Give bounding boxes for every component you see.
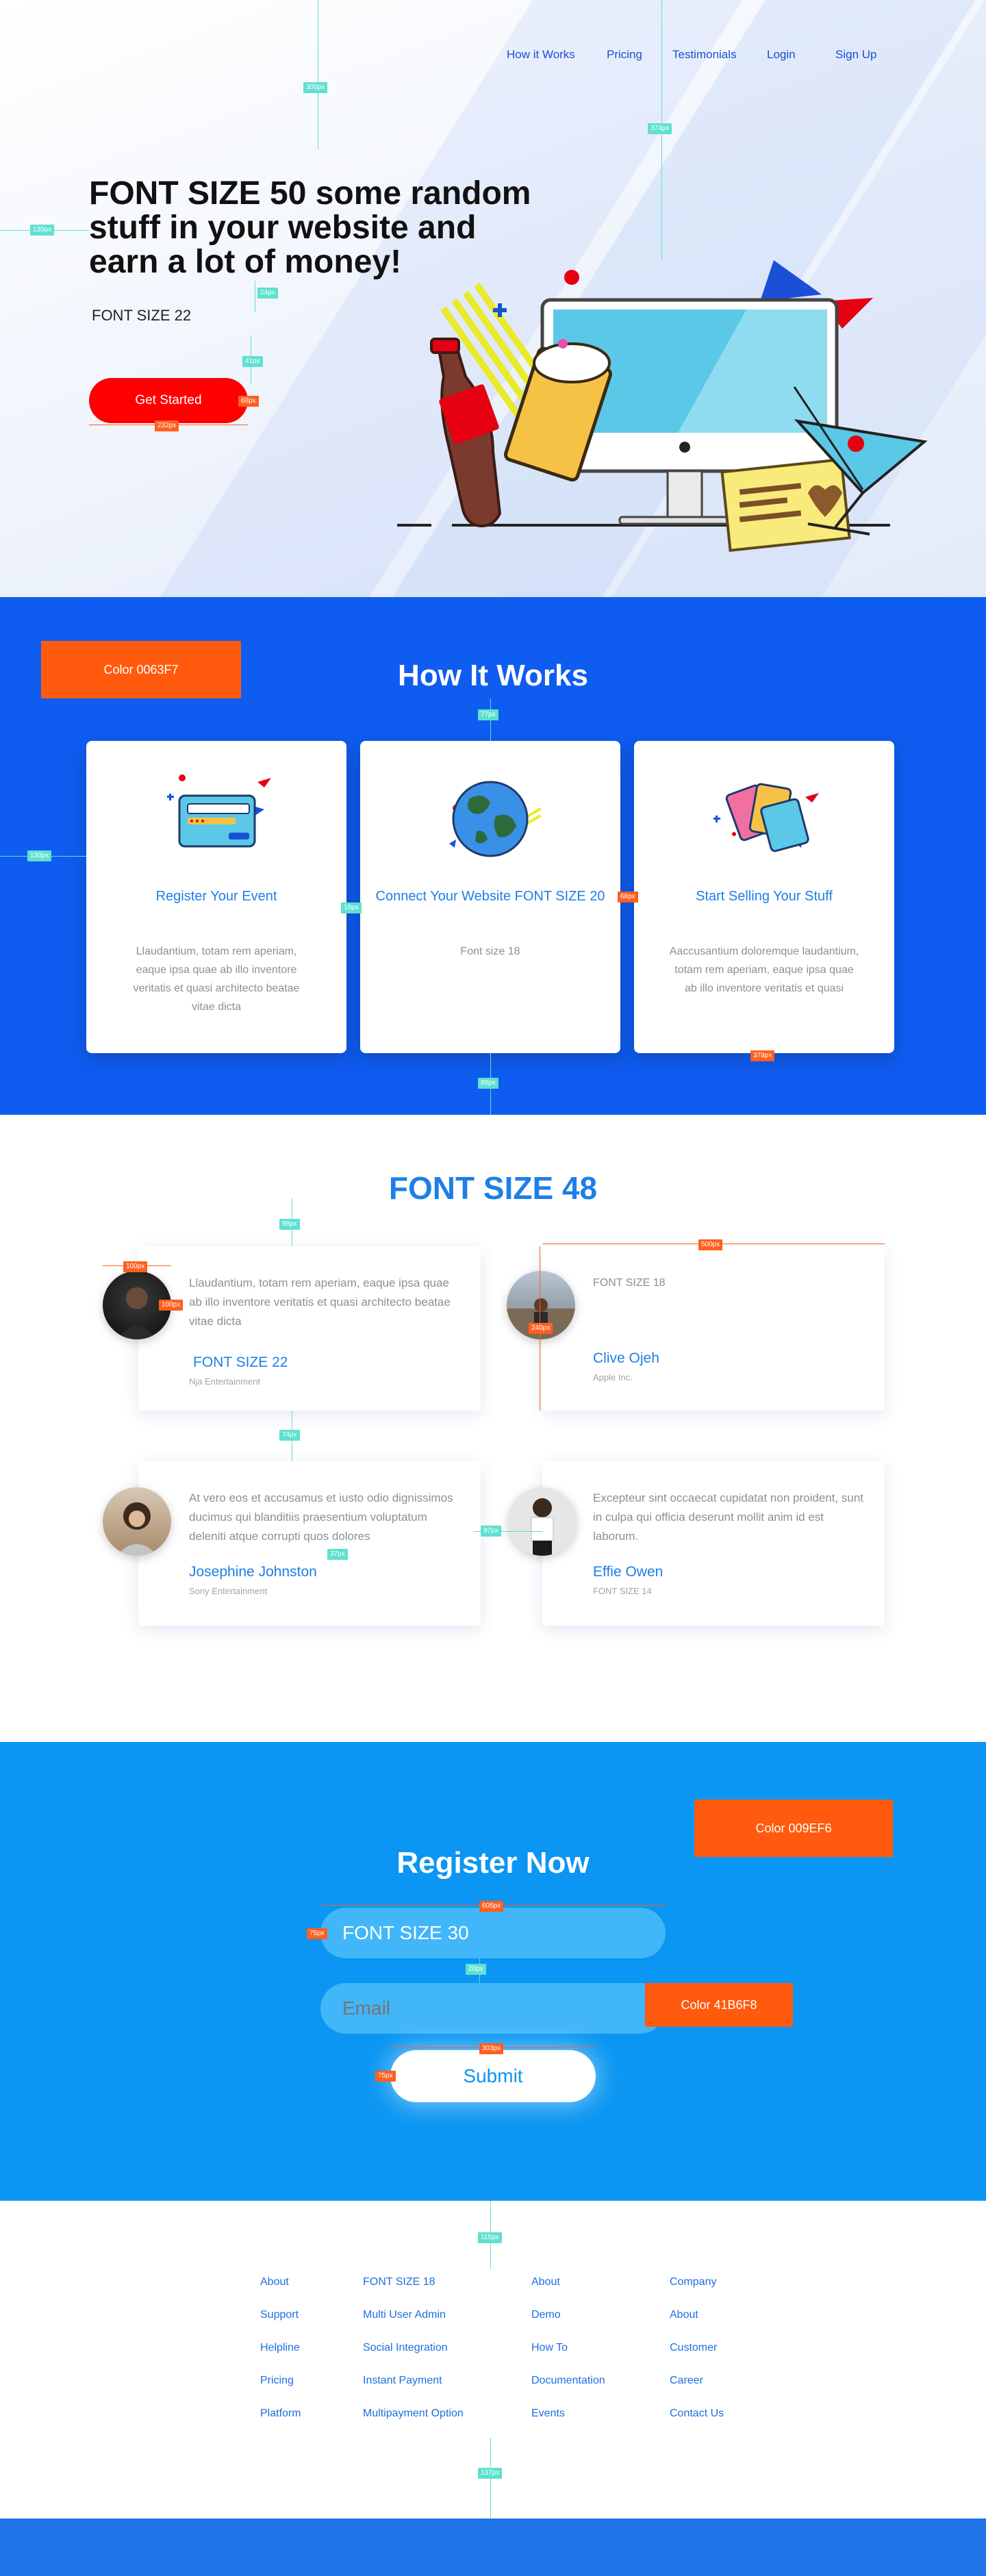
footer-link[interactable]: Pricing: [260, 2375, 301, 2408]
footer-link[interactable]: Helpline: [260, 2342, 301, 2375]
step-description: Llaudantium, totam rem aperiam, eaque ip…: [133, 946, 300, 1013]
testimonial-quote: At vero eos et accusamus et iusto odio d…: [189, 1491, 453, 1543]
spacing-label: 75px: [307, 1928, 327, 1939]
step-title: Register Your Event: [155, 889, 277, 904]
footer-heading[interactable]: FONT SIZE 18: [363, 2276, 464, 2309]
spacing-label: 378px: [750, 1050, 775, 1061]
footer-link[interactable]: Contact Us: [670, 2408, 724, 2440]
spacing-label: 37px: [327, 1549, 348, 1560]
footer-link[interactable]: About: [260, 2276, 301, 2309]
spacing-label: 88px: [279, 1219, 300, 1230]
footer-link[interactable]: Career: [670, 2375, 724, 2408]
footer-link[interactable]: About: [670, 2309, 724, 2342]
footer-link[interactable]: Customer: [670, 2342, 724, 2375]
testimonial-company: Nja Entertainment: [189, 1376, 261, 1387]
spacing-label: 97px: [481, 1526, 501, 1537]
globe-icon: [449, 781, 542, 857]
footer-link[interactable]: Multi User Admin: [363, 2309, 464, 2342]
spacing-label: 77px: [478, 709, 498, 720]
spacing-label: 115px: [478, 2232, 502, 2243]
register-title: Register Now: [396, 1846, 590, 1880]
step-card-register: Register Your Event Llaudantium, totam r…: [86, 741, 346, 1053]
footer-link[interactable]: Platform: [260, 2408, 301, 2440]
testimonial-card: At vero eos et accusamus et iusto odio d…: [138, 1461, 481, 1626]
footer-link[interactable]: Events: [531, 2408, 605, 2440]
testimonial-quote: FONT SIZE 18: [593, 1277, 666, 1289]
footer-bottom-bar: [0, 2518, 986, 2576]
spacing-label: 100px: [159, 1300, 184, 1311]
tickets-icon: [713, 783, 819, 853]
spacing-label: 74px: [279, 1430, 300, 1441]
testimonial-company: Sony Entertainment: [189, 1586, 268, 1596]
avatar: [508, 1487, 577, 1556]
spacing-label: 10px: [341, 902, 362, 913]
testimonial-card: Excepteur sint occaecat cupidatat non pr…: [542, 1461, 885, 1626]
testimonial-card: FONT SIZE 18 Clive Ojeh Apple Inc.: [542, 1246, 885, 1411]
nav-testimonials[interactable]: Testimonials: [672, 48, 737, 62]
spacing-label: 500px: [698, 1239, 723, 1250]
spacing-label: 300px: [303, 82, 328, 93]
footer-column: Company About Customer Career Contact Us: [670, 2276, 724, 2440]
name-field[interactable]: [320, 1908, 666, 1958]
footer-column: FONT SIZE 18 Multi User Admin Social Int…: [363, 2276, 464, 2440]
spacing-label: 68px: [238, 396, 259, 407]
footer-link[interactable]: About: [531, 2276, 605, 2309]
footer-column: About Demo How To Documentation Events: [531, 2276, 605, 2440]
footer-link[interactable]: Support: [260, 2309, 301, 2342]
spacing-label: 130px: [30, 225, 55, 236]
hero-illustration: [397, 260, 928, 552]
color-swatch-label: Color 41B6F8: [645, 1983, 793, 2027]
footer-link[interactable]: Company: [670, 2276, 724, 2309]
testimonial-company: Apple Inc.: [593, 1372, 633, 1382]
spacing-label: 20px: [466, 1964, 486, 1975]
nav-login[interactable]: Login: [767, 48, 796, 62]
credit-card-icon: [167, 774, 271, 848]
footer-link[interactable]: How To: [531, 2342, 605, 2375]
step-description: Font size 18: [460, 946, 520, 957]
spacing-label: 303px: [479, 2043, 504, 2054]
spacing-label: 68px: [618, 892, 638, 902]
footer-link[interactable]: Instant Payment: [363, 2375, 464, 2408]
spacing-label: 605px: [479, 1901, 504, 1912]
step-card-selling: Start Selling Your Stuff Aaccusantium do…: [634, 741, 894, 1053]
spacing-label: 240px: [529, 1323, 553, 1334]
step-title: Start Selling Your Stuff: [696, 889, 833, 904]
spacing-label: 88px: [478, 1078, 498, 1089]
spacing-label: 374px: [648, 123, 672, 134]
step-card-connect: Connect Your Website FONT SIZE 20 Font s…: [360, 741, 620, 1053]
submit-button[interactable]: Submit: [390, 2050, 596, 2102]
avatar: [103, 1487, 171, 1556]
testimonial-name: Clive Ojeh: [593, 1350, 659, 1366]
step-title: Connect Your Website FONT SIZE 20: [375, 889, 605, 904]
testimonial-company: FONT SIZE 14: [593, 1586, 652, 1596]
spacing-label: 232px: [155, 420, 179, 431]
footer-link[interactable]: Social Integration: [363, 2342, 464, 2375]
spacing-label: 137px: [478, 2468, 503, 2479]
testimonial-name: Josephine Johnston: [189, 1564, 317, 1580]
spacing-label: 75px: [375, 2071, 396, 2082]
footer-link[interactable]: Documentation: [531, 2375, 605, 2408]
testimonial-quote: Excepteur sint occaecat cupidatat non pr…: [593, 1491, 864, 1543]
nav-pricing[interactable]: Pricing: [607, 48, 642, 62]
spacing-label: 24px: [257, 288, 278, 299]
spacing-label: 41px: [242, 356, 263, 367]
hero-subtitle: FONT SIZE 22: [92, 307, 192, 324]
how-it-works-title: How It Works: [398, 659, 588, 692]
footer-link[interactable]: Demo: [531, 2309, 605, 2342]
nav-how-it-works[interactable]: How it Works: [507, 48, 575, 62]
spacing-label: 130px: [27, 850, 52, 861]
testimonial-name: Effie Owen: [593, 1564, 663, 1580]
nav-sign-up[interactable]: Sign Up: [835, 48, 876, 62]
get-started-button[interactable]: Get Started: [89, 378, 248, 423]
testimonial-card: Llaudantium, totam rem aperiam, eaque ip…: [138, 1246, 481, 1411]
spacing-label: 100px: [123, 1261, 148, 1272]
testimonials-title: FONT SIZE 48: [388, 1170, 598, 1206]
testimonial-quote: Llaudantium, totam rem aperiam, eaque ip…: [189, 1276, 451, 1328]
footer-link[interactable]: Multipayment Option: [363, 2408, 464, 2440]
email-field[interactable]: [320, 1983, 666, 2034]
footer-column: About Support Helpline Pricing Platform: [260, 2276, 301, 2440]
step-description: Aaccusantium doloremque laudantium, tota…: [669, 946, 859, 994]
testimonial-name: FONT SIZE 22: [193, 1354, 288, 1370]
